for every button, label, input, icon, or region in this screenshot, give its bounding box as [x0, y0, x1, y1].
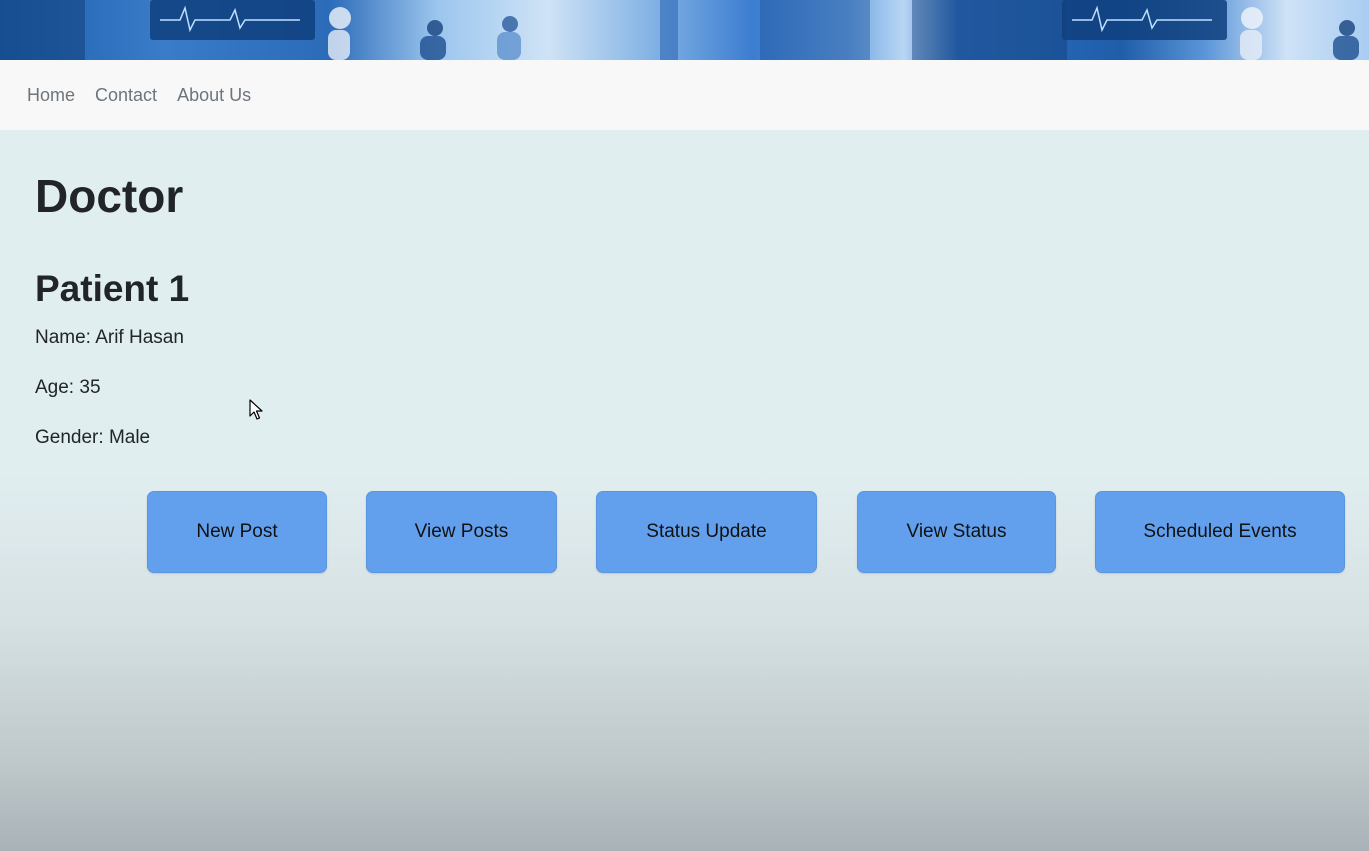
patient-name-label: Name:: [35, 327, 91, 348]
mouse-pointer-icon: [249, 399, 263, 420]
page-title: Doctor: [35, 170, 184, 222]
new-post-button[interactable]: New Post: [147, 491, 327, 573]
patient-gender-row: Gender: Male: [35, 426, 150, 450]
patient-age-row: Age: 35: [35, 376, 101, 400]
view-status-button[interactable]: View Status: [857, 491, 1056, 573]
nav-about-us-link[interactable]: About Us: [177, 85, 251, 106]
nav-contact-link[interactable]: Contact: [95, 85, 157, 106]
patient-gender-value: Male: [108, 427, 151, 448]
top-navbar: Home Contact About Us: [0, 60, 1369, 130]
patient-name-row: Name: Arif Hasan: [35, 326, 184, 350]
hospital-banner-image: [0, 0, 1369, 60]
view-posts-button[interactable]: View Posts: [366, 491, 557, 573]
status-update-button[interactable]: Status Update: [596, 491, 817, 573]
banner-illustration: [0, 0, 1359, 60]
patient-name-value: Arif Hasan: [95, 327, 184, 348]
patient-age-label: Age:: [35, 377, 75, 398]
patient-gender-label: Gender:: [35, 427, 104, 448]
scheduled-events-button[interactable]: Scheduled Events: [1095, 491, 1345, 573]
patient-age-value: 35: [79, 377, 101, 398]
patient-heading: Patient 1: [35, 268, 190, 309]
nav-home-link[interactable]: Home: [27, 85, 75, 106]
